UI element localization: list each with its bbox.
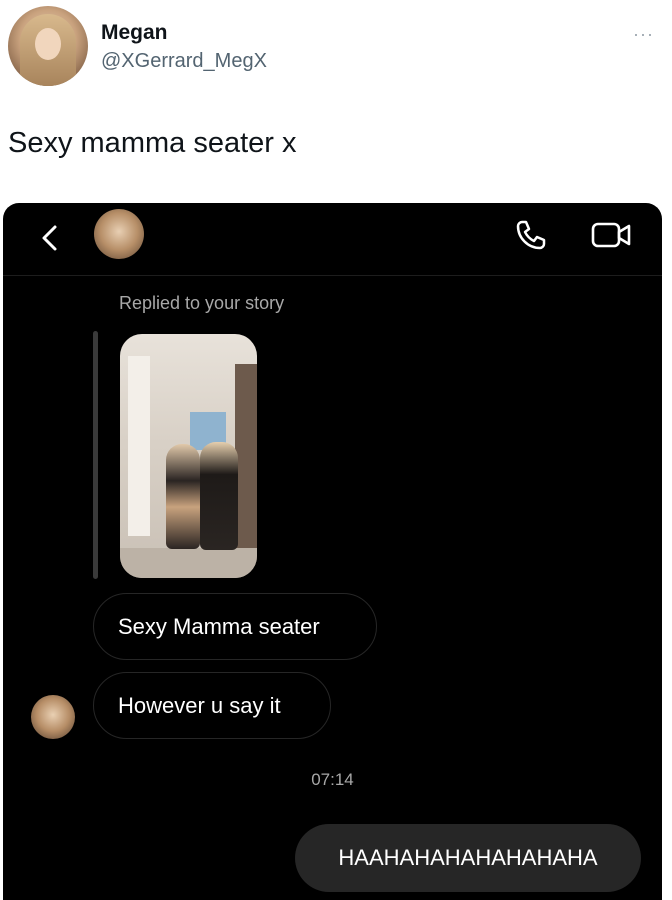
tweet-card: Megan @XGerrard_MegX ··· Sexy mamma seat… <box>0 0 672 205</box>
tweet-author-handle[interactable]: @XGerrard_MegX <box>101 50 267 73</box>
avatar-face-shape <box>35 28 61 60</box>
my-message-bubble[interactable]: HAAHAHAHAHAHAHAHA <box>295 824 641 892</box>
chevron-left-icon[interactable] <box>33 221 67 255</box>
sender-avatar[interactable] <box>31 695 75 739</box>
tweet-text: Sexy mamma seater x <box>8 127 297 159</box>
dm-screenshot: Replied to your story Sexy Mamma seater … <box>3 203 662 900</box>
message-bubble[interactable]: However u say it <box>93 672 331 739</box>
photo-mirror-shape <box>235 364 257 564</box>
dm-header <box>3 203 662 276</box>
story-thumbnail[interactable] <box>120 334 257 578</box>
photo-person-shape <box>166 444 200 549</box>
tweet-author-avatar[interactable] <box>8 6 88 86</box>
tweet-author-name[interactable]: Megan <box>101 21 168 45</box>
story-reply-bar <box>93 331 98 579</box>
photo-door-shape <box>128 356 150 536</box>
message-timestamp: 07:14 <box>311 770 354 789</box>
photo-person-shape <box>200 442 238 550</box>
photo-floor-shape <box>120 548 257 578</box>
video-camera-icon[interactable] <box>590 219 632 251</box>
conversation-avatar[interactable] <box>94 209 144 259</box>
more-options-icon[interactable]: ··· <box>633 24 654 45</box>
phone-icon[interactable] <box>513 217 549 253</box>
message-bubble[interactable]: Sexy Mamma seater <box>93 593 377 660</box>
story-reply-label: Replied to your story <box>119 293 285 313</box>
